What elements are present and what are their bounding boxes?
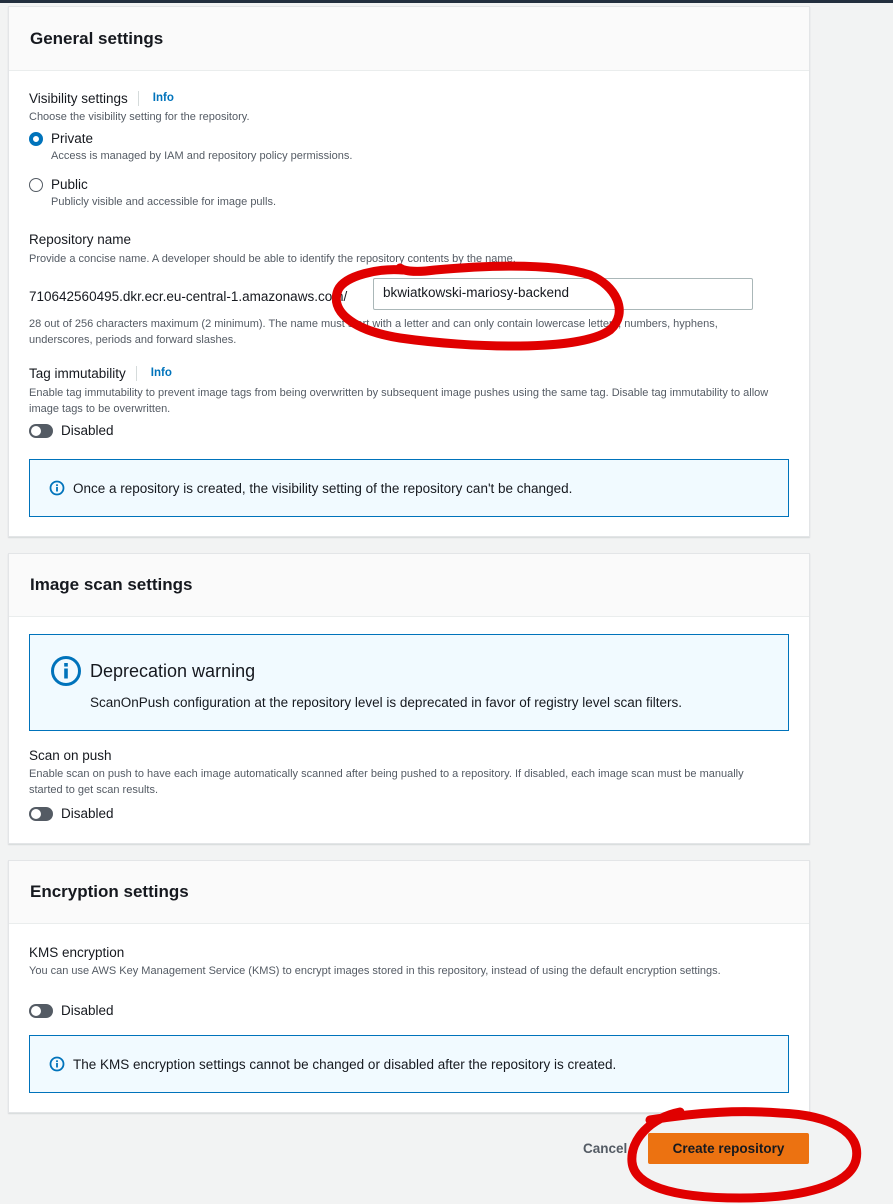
kms-alert: The KMS encryption settings cannot be ch… xyxy=(29,1035,789,1093)
tag-immutability-info-link[interactable]: Info xyxy=(135,366,172,381)
info-icon xyxy=(49,1056,65,1072)
tag-immutability-description: Enable tag immutability to prevent image… xyxy=(29,387,769,415)
toggle-label: Disabled xyxy=(61,806,114,821)
visibility-alert: Once a repository is created, the visibi… xyxy=(29,459,789,517)
deprecation-warning-alert: Deprecation warning ScanOnPush configura… xyxy=(29,634,789,731)
toggle-label: Disabled xyxy=(61,1003,114,1018)
image-scan-header: Image scan settings xyxy=(9,554,809,617)
toggle-switch[interactable] xyxy=(29,1003,53,1018)
tag-immutability-label-text: Tag immutability xyxy=(29,366,126,381)
toggle-switch[interactable] xyxy=(29,423,53,438)
kms-encryption-label: KMS encryption xyxy=(29,945,125,960)
radio-public-control[interactable] xyxy=(29,178,43,192)
create-repository-button[interactable]: Create repository xyxy=(648,1133,809,1164)
scan-on-push-label: Scan on push xyxy=(29,748,112,763)
encryption-panel: Encryption settings KMS encryption You c… xyxy=(8,860,810,1113)
radio-private-control[interactable] xyxy=(29,132,43,146)
radio-private[interactable]: Private Access is managed by IAM and rep… xyxy=(29,131,352,164)
top-bar xyxy=(0,0,893,3)
cancel-button[interactable]: Cancel xyxy=(583,1141,627,1156)
encryption-header: Encryption settings xyxy=(9,861,809,924)
info-icon xyxy=(49,480,65,496)
tag-immutability-toggle[interactable]: Disabled xyxy=(29,423,114,438)
radio-public-description: Publicly visible and accessible for imag… xyxy=(51,196,276,208)
repo-uri-prefix: 710642560495.dkr.ecr.eu-central-1.amazon… xyxy=(29,289,348,304)
scan-on-push-description: Enable scan on push to have each image a… xyxy=(29,768,744,796)
scan-on-push-toggle[interactable]: Disabled xyxy=(29,806,114,821)
panel-title: General settings xyxy=(30,28,164,48)
general-settings-panel: General settings Visibility settings Inf… xyxy=(8,6,810,537)
tag-immutability-label: Tag immutability Info xyxy=(29,366,172,381)
panel-title: Encryption settings xyxy=(30,882,189,901)
repo-name-input[interactable]: bkwiatkowski-mariosy-backend xyxy=(373,278,753,310)
visibility-label: Visibility settings Info xyxy=(29,91,174,106)
visibility-info-link[interactable]: Info xyxy=(137,91,174,106)
kms-encryption-description: You can use AWS Key Management Service (… xyxy=(29,965,721,977)
visibility-alert-text: Once a repository is created, the visibi… xyxy=(73,480,573,496)
radio-private-label: Private xyxy=(51,131,94,146)
toggle-label: Disabled xyxy=(61,423,114,438)
deprecation-warning-title: Deprecation warning xyxy=(90,661,256,681)
repo-name-constraint: 28 out of 256 characters maximum (2 mini… xyxy=(29,318,718,346)
radio-public[interactable]: Public Publicly visible and accessible f… xyxy=(29,177,276,210)
radio-public-label: Public xyxy=(51,177,88,192)
image-scan-panel: Image scan settings Deprecation warning … xyxy=(8,553,810,844)
visibility-label-text: Visibility settings xyxy=(29,91,128,106)
info-icon xyxy=(51,656,81,686)
kms-alert-text: The KMS encryption settings cannot be ch… xyxy=(73,1056,617,1072)
repo-name-description: Provide a concise name. A developer shou… xyxy=(29,253,516,265)
deprecation-warning-text: ScanOnPush configuration at the reposito… xyxy=(90,695,683,710)
general-settings-header: General settings xyxy=(9,7,809,71)
repo-name-label: Repository name xyxy=(29,232,132,247)
radio-private-description: Access is managed by IAM and repository … xyxy=(51,150,353,162)
panel-title: Image scan settings xyxy=(30,575,193,594)
kms-encryption-toggle[interactable]: Disabled xyxy=(29,1003,114,1018)
visibility-description: Choose the visibility setting for the re… xyxy=(29,111,250,123)
toggle-switch[interactable] xyxy=(29,806,53,821)
